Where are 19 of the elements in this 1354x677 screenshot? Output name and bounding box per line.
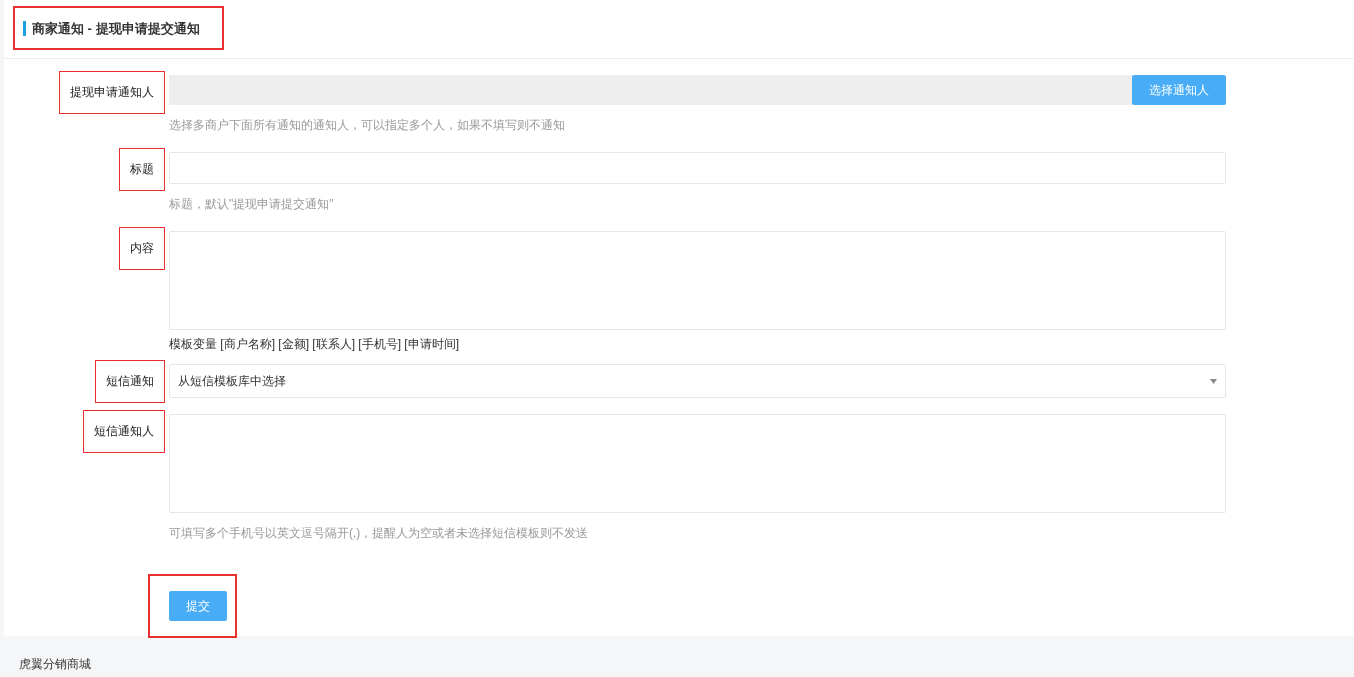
help-text: 模板变量 [商户名称] [金额] [联系人] [手机号] [申请时间] [169,337,460,351]
help-text: 选择多商户下面所有通知的通知人，可以指定多个人，如果不填写则不通知 [169,118,566,132]
field-label: 内容 [130,240,154,257]
sms-template-select[interactable]: 从短信模板库中选择 [169,364,1226,398]
help-text: 可填写多个手机号以英文逗号隔开(,)，提醒人为空或者未选择短信模板则不发送 [169,526,590,540]
readonly-field[interactable] [169,75,1132,105]
field-label: 短信通知 [106,373,154,390]
field-label: 标题 [130,161,154,178]
help-text: 标题，默认"提现申请提交通知" [169,197,335,211]
text-area[interactable] [169,414,1226,513]
footer-text: 虎翼分销商城 [18,656,92,673]
select-notifier-button[interactable]: 选择通知人 [1132,75,1226,105]
caret-icon [1210,378,1217,384]
field-label: 提现申请通知人 [70,84,154,101]
title-input[interactable] [169,152,1226,184]
submit-button[interactable]: 提交 [169,591,227,621]
section-title: 商家通知 - 提现申请提交通知 [23,20,200,36]
field-label: 短信通知人 [94,423,154,440]
text-area[interactable] [169,231,1226,330]
